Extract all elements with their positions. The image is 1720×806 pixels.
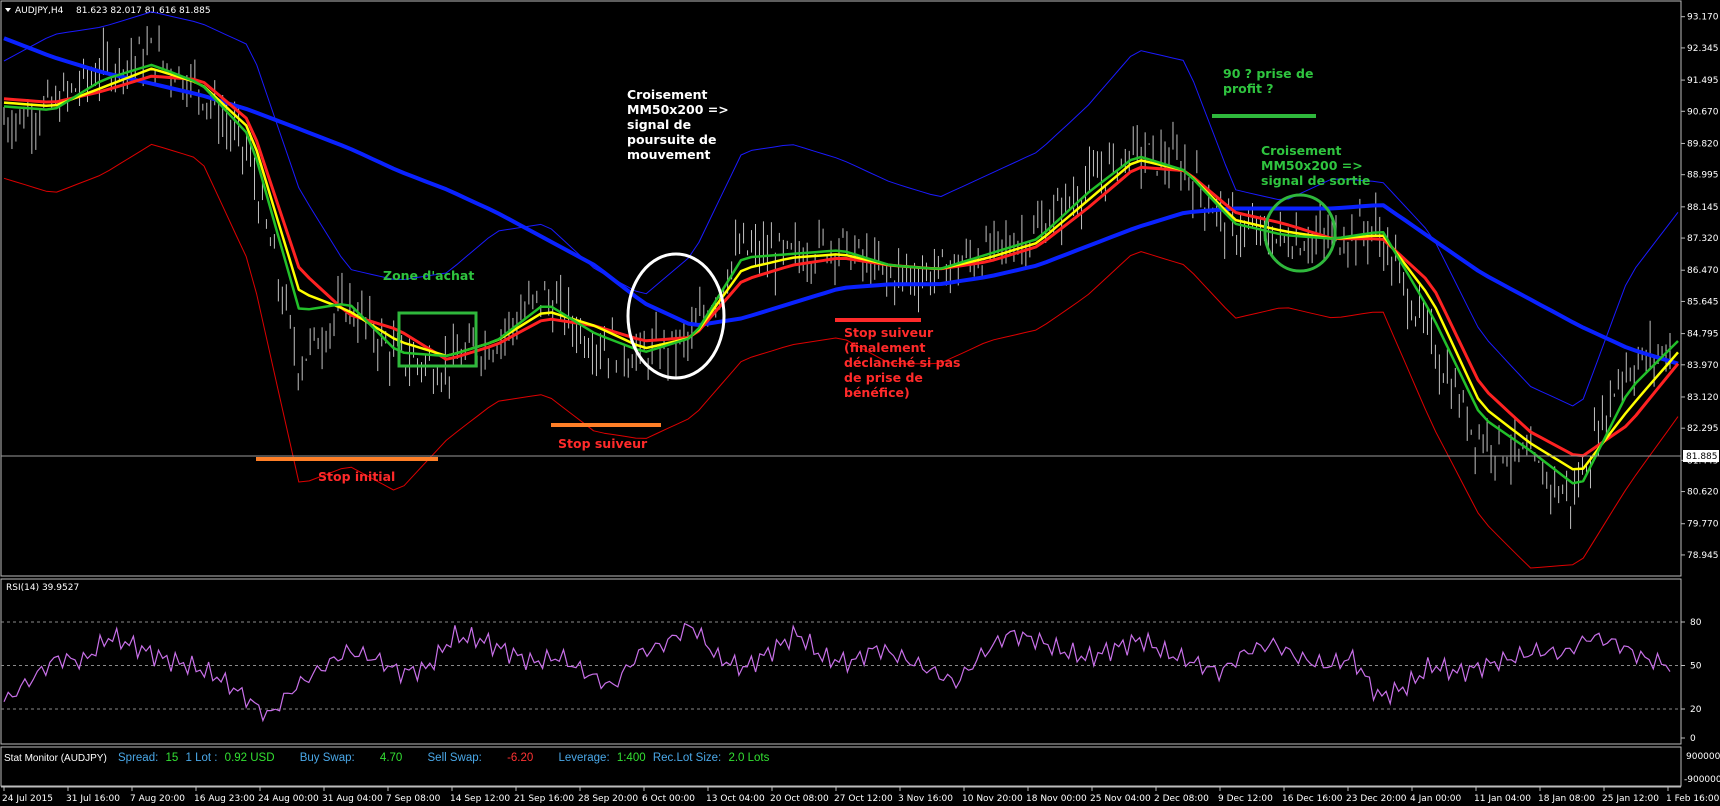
- price-tick-label: 85.645: [1687, 297, 1719, 307]
- rsi-tick-label: 20: [1690, 705, 1702, 715]
- time-tick-label: 6 Oct 00:00: [642, 794, 695, 804]
- sell-swap-value: -6.20: [507, 752, 534, 764]
- leverage-value: 1:400: [616, 752, 646, 764]
- time-tick-label: 18 Nov 00:00: [1026, 794, 1087, 804]
- lot-size-label: Rec.Lot Size:: [652, 752, 722, 764]
- time-tick-label: 31 Jul 16:00: [66, 794, 120, 804]
- stat-monitor-bar: Stat Monitor (AUDJPY) Spread: 15 1 Lot :…: [4, 750, 773, 766]
- time-tick-label: 21 Sep 16:00: [514, 794, 574, 804]
- time-tick-label: 2 Dec 08:00: [1154, 794, 1209, 804]
- chart-menu-triangle-icon[interactable]: [5, 8, 11, 12]
- buy-zone-label: Zone d'achat: [383, 268, 474, 283]
- time-tick-label: 31 Aug 04:00: [322, 794, 383, 804]
- time-tick-label: 7 Sep 08:00: [386, 794, 441, 804]
- trailing-stop-label-1: Stop suiveur: [558, 436, 648, 451]
- rsi-tick-label: 50: [1690, 662, 1702, 672]
- time-tick-label: 11 Jan 04:00: [1474, 794, 1531, 804]
- time-tick-label: 23 Dec 20:00: [1346, 794, 1407, 804]
- profit-label: 90 ? prise de profit ?: [1223, 66, 1318, 96]
- time-tick-label: 1 Feb 16:00: [1666, 794, 1720, 804]
- stat-axis-bottom: -9000000: [1684, 775, 1720, 785]
- time-tick-label: 20 Oct 08:00: [770, 794, 829, 804]
- rsi-tick-label: 0: [1690, 734, 1696, 744]
- price-tick-label: 89.820: [1687, 139, 1719, 149]
- time-tick-label: 18 Jan 08:00: [1538, 794, 1595, 804]
- bollinger_upper-line: [3, 11, 1679, 407]
- price-tick-label: 93.170: [1687, 13, 1719, 23]
- price-tick-label: 92.345: [1687, 44, 1719, 54]
- spread-label: Spread:: [118, 752, 159, 764]
- price-tick-label: 88.995: [1687, 171, 1719, 181]
- symbol-timeframe: AUDJPY,H4: [15, 6, 64, 16]
- price-tick-label: 80.620: [1687, 488, 1719, 498]
- price-tick-label: 84.795: [1687, 330, 1719, 340]
- chart-canvas: AUDJPY,H4 81.623 82.017 81.616 81.885 93…: [0, 0, 1720, 804]
- buy-zone-box: [397, 311, 478, 368]
- lot-size-value: 2.0 Lots: [728, 752, 770, 764]
- price-axis: 93.170 92.345 91.495 90.670 89.820 88.995 88.1…: [1681, 13, 1719, 561]
- ma_slow-line: [3, 74, 1680, 458]
- time-tick-label: 9 Dec 12:00: [1218, 794, 1273, 804]
- price-tick-label: 88.145: [1687, 203, 1719, 213]
- time-tick-label: 4 Jan 00:00: [1410, 794, 1462, 804]
- price-tick-label: 86.470: [1687, 266, 1719, 276]
- time-tick-label: 3 Nov 16:00: [898, 794, 953, 804]
- sell-swap-label: Sell Swap:: [427, 752, 482, 764]
- price-tick-label: 87.320: [1687, 234, 1719, 244]
- price-tick-label: 79.770: [1687, 520, 1719, 530]
- price-tick-label: 83.970: [1687, 361, 1719, 371]
- time-tick-label: 28 Sep 20:00: [578, 794, 638, 804]
- ma_mid-line: [3, 67, 1679, 471]
- rsi-tick-label: 80: [1690, 618, 1702, 628]
- bollinger_lower-line: [3, 143, 1679, 569]
- rsi-line: [3, 622, 1671, 723]
- price-tick-label: 90.670: [1687, 107, 1719, 117]
- rsi-label: RSI(14) 39.9527: [6, 583, 79, 593]
- rsi-plot: 80 50 20 0: [1, 618, 1702, 744]
- buy-swap-label: Buy Swap:: [299, 752, 355, 764]
- ma_200-line: [3, 36, 1679, 366]
- time-tick-label: 7 Aug 20:00: [130, 794, 185, 804]
- buy-swap-value: 4.70: [379, 752, 403, 764]
- current-price-label: 81.885: [1686, 452, 1718, 462]
- time-tick-label: 25 Nov 04:00: [1090, 794, 1151, 804]
- price-bars: [3, 25, 1671, 529]
- time-tick-label: 16 Dec 16:00: [1282, 794, 1343, 804]
- time-tick-label: 24 Jul 2015: [2, 794, 53, 804]
- annotations: Zone d'achat Stop initial Stop suiveur C…: [256, 66, 1370, 484]
- exit-signal-label: Croisement MM50x200 => signal de sortie: [1261, 143, 1370, 188]
- stat-axis-top: 9000000: [1686, 752, 1720, 762]
- price-tick-label: 83.120: [1687, 393, 1719, 403]
- time-axis: 24 Jul 2015 31 Jul 16:00 7 Aug 20:00 16 Aug…: [2, 787, 1720, 804]
- trailing-stop-label-2: Stop suiveur (finalement déclanché si pa…: [844, 325, 965, 400]
- spread-value: 15: [165, 752, 179, 764]
- time-tick-label: 10 Nov 20:00: [962, 794, 1023, 804]
- time-tick-label: 25 Jan 12:00: [1602, 794, 1659, 804]
- lot-label: 1 Lot :: [185, 752, 218, 764]
- leverage-label: Leverage:: [558, 752, 610, 764]
- price-tick-label: 82.295: [1687, 424, 1719, 434]
- cross-signal-label: Croisement MM50x200 => signal de poursui…: [627, 87, 733, 162]
- price-tick-label: 78.945: [1687, 551, 1719, 561]
- ma_fast-line: [3, 63, 1679, 485]
- indicator-lines: [3, 11, 1680, 569]
- stat-title: Stat Monitor (AUDJPY): [4, 753, 107, 764]
- time-tick-label: 14 Sep 12:00: [450, 794, 510, 804]
- time-tick-label: 13 Oct 04:00: [706, 794, 765, 804]
- price-tick-label: 91.495: [1687, 76, 1719, 86]
- lot-value: 0.92 USD: [224, 752, 275, 764]
- time-tick-label: 24 Aug 00:00: [258, 794, 319, 804]
- time-tick-label: 16 Aug 23:00: [194, 794, 255, 804]
- time-tick-label: 27 Oct 12:00: [834, 794, 893, 804]
- stop-initial-label: Stop initial: [318, 469, 395, 484]
